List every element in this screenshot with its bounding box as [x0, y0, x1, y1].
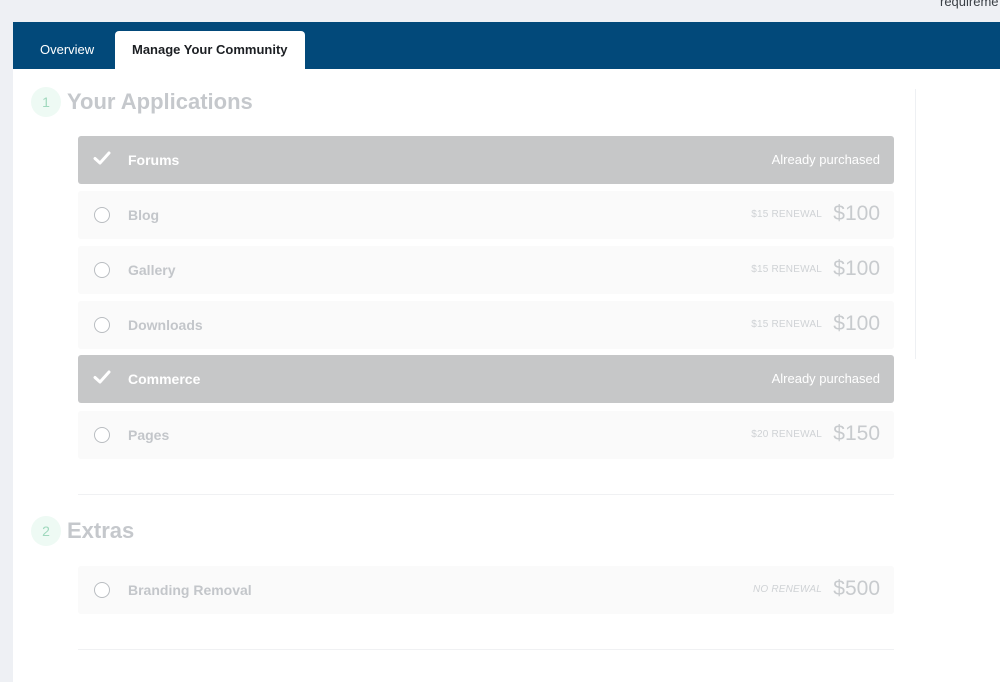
section-title: Your Applications [67, 89, 253, 114]
radio-button[interactable] [94, 427, 110, 443]
checkmark-icon [93, 151, 111, 165]
tab-overview[interactable]: Overview [23, 31, 111, 69]
app-item-downloads[interactable]: Downloads $15 RENEWAL $100 [78, 301, 894, 349]
app-name: Gallery [128, 262, 176, 278]
app-name: Blog [128, 207, 160, 223]
app-name: Downloads [128, 317, 203, 333]
section-title: Extras [67, 518, 135, 543]
price: $150 [833, 422, 880, 445]
section-extras-header: 2 Extras [31, 516, 134, 546]
section-divider [78, 649, 894, 650]
purchase-status: Already purchased [771, 371, 880, 386]
checkmark-icon [93, 370, 111, 384]
main-panel: 1 Your Applications Forums Already purch… [13, 69, 1000, 682]
top-right-text: requireme [940, 0, 999, 9]
section-applications-header: 1 Your Applications [31, 87, 253, 117]
app-item-forums: Forums Already purchased [78, 136, 894, 184]
renewal-price: NO RENEWAL [752, 584, 822, 595]
section-divider [78, 494, 894, 495]
price: $100 [833, 202, 880, 225]
radio-button[interactable] [94, 262, 110, 278]
renewal-price: $15 RENEWAL [751, 209, 822, 220]
radio-button[interactable] [94, 317, 110, 333]
app-name: Forums [128, 152, 180, 168]
renewal-price: $15 RENEWAL [751, 319, 822, 330]
step-number: 1 [31, 87, 61, 117]
purchase-status: Already purchased [771, 152, 880, 167]
tab-manage-community[interactable]: Manage Your Community [115, 31, 305, 69]
app-item-pages[interactable]: Pages $20 RENEWAL $150 [78, 411, 894, 459]
step-number: 2 [31, 516, 61, 546]
extra-item-branding-removal[interactable]: Branding Removal NO RENEWAL $500 [78, 566, 894, 614]
radio-button[interactable] [94, 582, 110, 598]
price: $100 [833, 257, 880, 280]
extra-name: Branding Removal [128, 582, 252, 598]
app-item-commerce: Commerce Already purchased [78, 355, 894, 403]
radio-button[interactable] [94, 207, 110, 223]
app-item-blog[interactable]: Blog $15 RENEWAL $100 [78, 191, 894, 239]
renewal-price: $15 RENEWAL [751, 264, 822, 275]
divider [915, 89, 916, 359]
app-name: Commerce [128, 371, 201, 387]
tab-bar: Overview Manage Your Community [13, 22, 1000, 69]
app-name: Pages [128, 427, 170, 443]
price: $500 [833, 577, 880, 600]
price: $100 [833, 312, 880, 335]
app-item-gallery[interactable]: Gallery $15 RENEWAL $100 [78, 246, 894, 294]
renewal-price: $20 RENEWAL [751, 429, 822, 440]
